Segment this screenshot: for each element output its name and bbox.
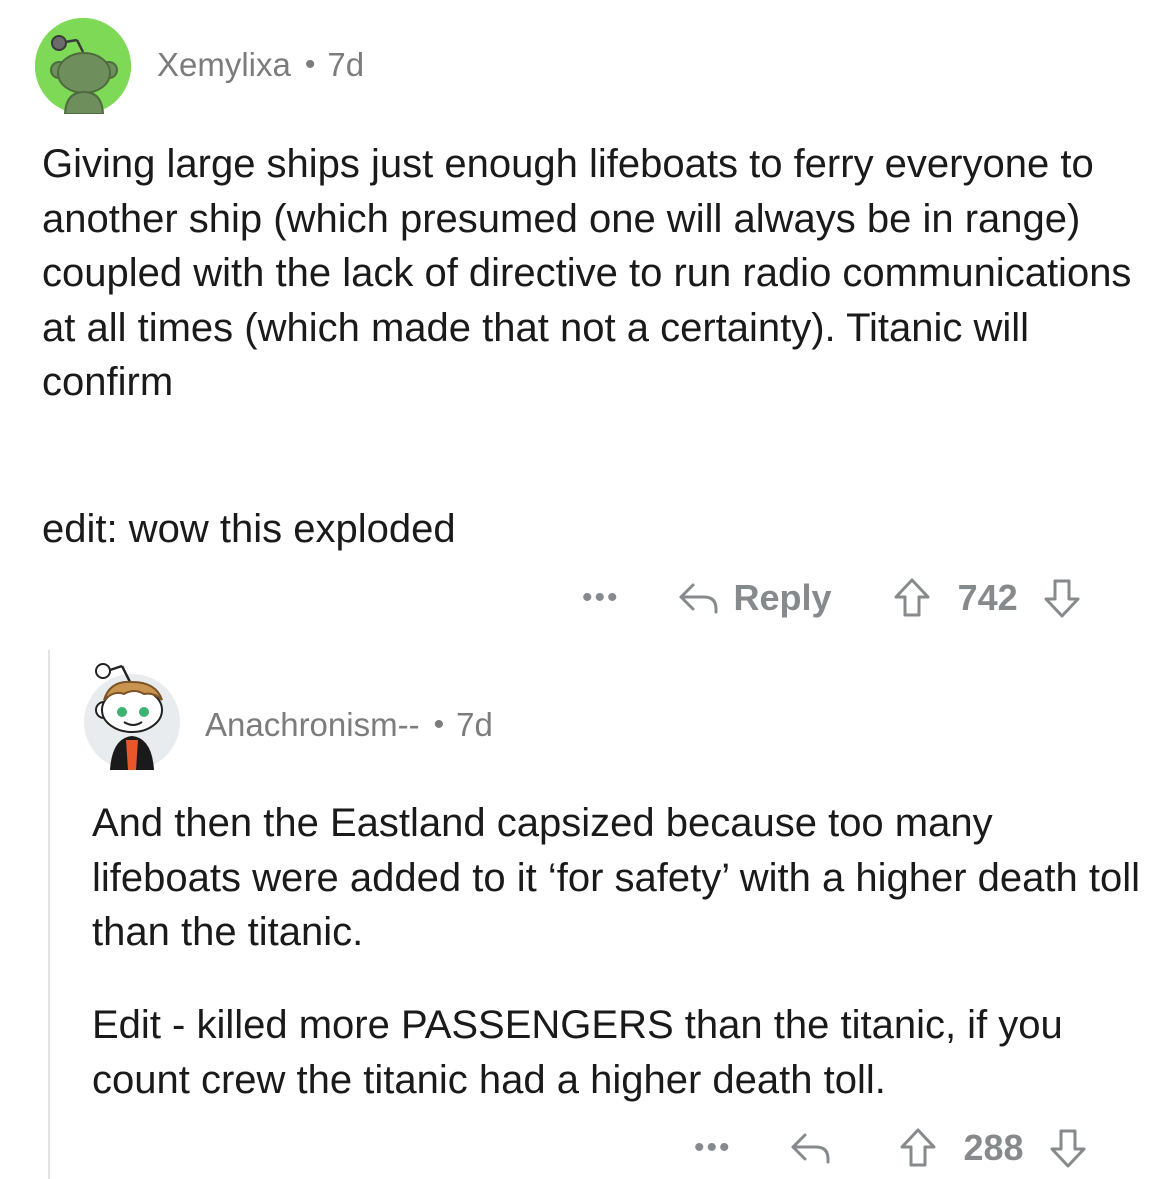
snoo-avatar-icon: [84, 663, 180, 770]
thread-line[interactable]: [48, 650, 50, 1179]
reply-icon: [679, 583, 718, 614]
downvote-arrow-icon: [1050, 1129, 1086, 1168]
comment-paragraph: Giving large ships just enough lifeboats…: [42, 142, 1143, 404]
upvote-button[interactable]: [898, 1127, 938, 1169]
username[interactable]: Xemylixa: [157, 46, 291, 84]
downvote-button[interactable]: [1048, 1127, 1088, 1169]
meta-separator: •: [433, 708, 445, 741]
comment-age: 7d: [456, 706, 493, 743]
upvote-arrow-icon: [900, 1128, 936, 1167]
reply-label: Reply: [733, 577, 832, 618]
upvote-arrow-icon: [894, 578, 930, 617]
more-options-button[interactable]: •••: [694, 1133, 732, 1163]
downvote-button[interactable]: [1042, 577, 1082, 619]
comment-actions: ••• Reply 742: [582, 574, 1082, 622]
snoo-avatar-icon: [35, 18, 131, 115]
comment-paragraph: edit: wow this exploded: [42, 507, 456, 551]
reply-button[interactable]: Reply: [678, 577, 832, 619]
snoo-avatar-icon[interactable]: [35, 18, 131, 115]
reply-icon: [791, 1133, 830, 1164]
vote-score: 742: [957, 577, 1018, 618]
comment-actions: ••• 288: [694, 1124, 1088, 1172]
snoo-avatar-icon[interactable]: [84, 660, 180, 770]
vote-score: 288: [963, 1127, 1024, 1168]
comment-paragraph: And then the Eastland capsized because t…: [92, 801, 1152, 954]
username[interactable]: Anachronism--: [205, 706, 420, 744]
more-options-button[interactable]: •••: [582, 583, 620, 613]
comment-paragraph: Edit - killed more PASSENGERS than the t…: [92, 1003, 1074, 1102]
meta-separator: •: [304, 48, 316, 81]
reply-button[interactable]: [790, 1129, 836, 1167]
downvote-arrow-icon: [1044, 579, 1080, 618]
comment-meta: Xemylixa • 7d: [157, 46, 364, 84]
comment-meta: Anachronism-- • 7d: [205, 706, 493, 744]
comment-age: 7d: [327, 46, 365, 83]
upvote-button[interactable]: [892, 577, 932, 619]
